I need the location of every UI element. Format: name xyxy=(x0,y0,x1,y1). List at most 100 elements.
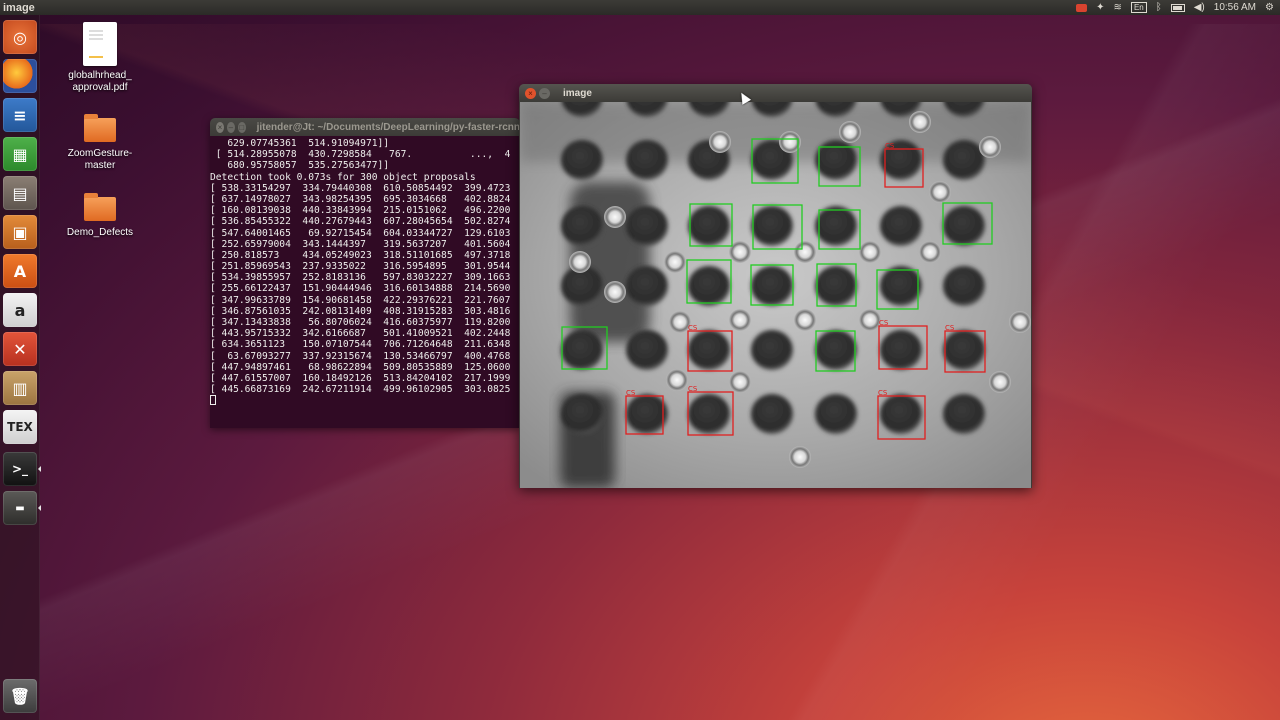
image-running-indicator xyxy=(38,505,41,511)
software-center-icon[interactable]: A xyxy=(3,254,37,288)
terminal-line: [ 251.85969543 237.9335022 316.5954895 3… xyxy=(210,261,511,273)
solder-pad xyxy=(815,140,857,180)
solder-pad xyxy=(880,330,922,370)
volume-icon[interactable]: ◀) xyxy=(1194,2,1205,13)
image-titlebar[interactable]: × – image xyxy=(519,84,1032,102)
solder-pad xyxy=(561,206,603,246)
terminal-prompt xyxy=(210,395,520,406)
via-hole xyxy=(859,241,881,263)
close-button[interactable]: × xyxy=(216,121,224,133)
desktop-folder-zoomgesture-master[interactable]: ZoomGesture- master xyxy=(55,114,145,172)
via-hole xyxy=(979,136,1001,158)
solder-pad xyxy=(688,394,730,434)
defect-label: CS xyxy=(878,389,888,397)
bluetooth-icon[interactable]: ᛒ xyxy=(1156,2,1162,13)
solder-pad xyxy=(880,266,922,306)
via-hole xyxy=(794,241,816,263)
terminal-line: [ 347.99633789 154.90681458 422.29376221… xyxy=(210,294,511,306)
defect-label: CS xyxy=(688,385,698,393)
terminal-line: 680.95758057 535.27563477]] xyxy=(210,160,390,172)
terminal-line: [ 547.64001465 69.92715454 604.03344727 … xyxy=(210,227,511,239)
trash-icon[interactable]: 🗑 xyxy=(3,679,37,713)
defect-label: CS xyxy=(945,324,955,332)
via-hole xyxy=(989,371,1011,393)
solder-pad xyxy=(751,330,793,370)
defect-label: CS xyxy=(885,142,895,150)
solder-pad xyxy=(880,206,922,246)
libreoffice-impress-icon[interactable]: ▣ xyxy=(3,215,37,249)
solder-pad xyxy=(815,330,857,370)
ubuntu-dash-icon[interactable]: ◎ xyxy=(3,20,37,54)
terminal-output[interactable]: 629.07745361 514.91094971]] [ 514.289550… xyxy=(210,136,520,407)
via-hole xyxy=(709,131,731,153)
libreoffice-calc-icon[interactable]: ▦ xyxy=(3,137,37,171)
solder-pad xyxy=(626,140,668,180)
terminal-line: [ 347.13433838 56.80706024 416.60375977 … xyxy=(210,317,511,328)
amazon-icon[interactable]: a xyxy=(3,293,37,327)
via-hole xyxy=(909,111,931,133)
terminal-line: [ 637.14978027 343.98254395 695.3034668 … xyxy=(210,193,511,205)
firefox-icon[interactable] xyxy=(3,59,37,93)
solder-pad xyxy=(561,394,603,434)
system-settings-icon[interactable]: ✕ xyxy=(3,332,37,366)
files-icon[interactable]: ▤ xyxy=(3,176,37,210)
solder-pad xyxy=(880,394,922,434)
workspace-switcher-icon[interactable]: ▬ xyxy=(3,491,37,525)
solder-pad xyxy=(626,266,668,306)
solder-pad xyxy=(751,206,793,246)
desktop-file-globalhrhead-approval[interactable]: globalhrhead_ approval.pdf xyxy=(55,22,145,94)
defect-label: CS xyxy=(626,389,636,397)
terminal-line: [ 63.67093277 337.92315674 130.53466797 … xyxy=(210,350,511,362)
close-button[interactable]: × xyxy=(525,87,536,99)
libreoffice-writer-icon[interactable]: ≡ xyxy=(3,98,37,132)
terminal-line: [ 534.39855957 252.8183136 597.83032227 … xyxy=(210,272,511,284)
via-hole xyxy=(666,369,688,391)
archive-manager-icon[interactable]: ▥ xyxy=(3,371,37,405)
solder-pad xyxy=(561,140,603,180)
via-hole xyxy=(729,371,751,393)
solder-pad xyxy=(815,394,857,434)
terminal-line: [ 255.66122437 151.90444946 316.60134888… xyxy=(210,283,511,295)
clock[interactable]: 10:56 AM xyxy=(1214,2,1256,13)
keyboard-layout-indicator[interactable]: En xyxy=(1130,2,1147,13)
via-hole xyxy=(794,309,816,331)
dropbox-icon[interactable]: ✦ xyxy=(1096,2,1104,13)
solder-pad xyxy=(815,266,857,306)
via-hole xyxy=(839,121,861,143)
image-window[interactable]: × – image CS CS CS CS CS CS CS xyxy=(519,84,1032,488)
maximize-button[interactable]: □ xyxy=(237,121,246,133)
battery-icon[interactable] xyxy=(1170,3,1185,12)
terminal-line: [ 634.3651123 150.07107544 706.71264648 … xyxy=(210,339,511,351)
folder-icon xyxy=(84,193,116,221)
solder-pad xyxy=(943,330,985,370)
minimize-button[interactable]: – xyxy=(539,87,550,99)
via-hole xyxy=(664,251,686,273)
terminal-line: [ 443.95715332 342.6166687 501.41009521 … xyxy=(210,328,511,340)
terminal-line: [ 447.94897461 68.98622894 509.80535889 … xyxy=(210,361,511,373)
record-icon[interactable] xyxy=(1076,3,1088,12)
desktop-folder-demo-defects[interactable]: Demo_Defects xyxy=(55,193,145,239)
via-hole xyxy=(604,206,626,228)
terminal-icon[interactable]: >_ xyxy=(3,452,37,486)
texmaker-icon[interactable]: TEX xyxy=(3,410,37,444)
solder-pad xyxy=(943,140,985,180)
terminal-window[interactable]: × – □ jitender@Jt: ~/Documents/DeepLearn… xyxy=(210,118,520,428)
via-hole xyxy=(859,309,881,331)
wifi-icon[interactable]: ≋ xyxy=(1114,2,1122,13)
solder-pad xyxy=(561,330,603,370)
via-hole xyxy=(604,281,626,303)
terminal-line: [ 160.08139038 440.33843994 215.0151062 … xyxy=(210,205,511,217)
folder-icon xyxy=(84,114,116,142)
defect-label: CS xyxy=(879,319,889,327)
terminal-titlebar[interactable]: × – □ jitender@Jt: ~/Documents/DeepLearn… xyxy=(210,118,520,136)
power-gear-icon[interactable]: ⚙ xyxy=(1265,2,1274,13)
solder-pad xyxy=(688,266,730,306)
solder-pad xyxy=(751,266,793,306)
terminal-line: [ 445.66873169 242.67211914 499.96102905… xyxy=(210,384,511,396)
terminal-line: [ 514.28955078 430.7298584 767. ..., 4 xyxy=(210,149,511,161)
terminal-line: [ 252.65979004 343.1444397 319.5637207 4… xyxy=(210,238,511,250)
terminal-title: jitender@Jt: ~/Documents/DeepLearning/py… xyxy=(256,121,520,133)
solder-pad xyxy=(943,206,985,246)
minimize-button[interactable]: – xyxy=(226,121,235,133)
solder-pad xyxy=(751,394,793,434)
